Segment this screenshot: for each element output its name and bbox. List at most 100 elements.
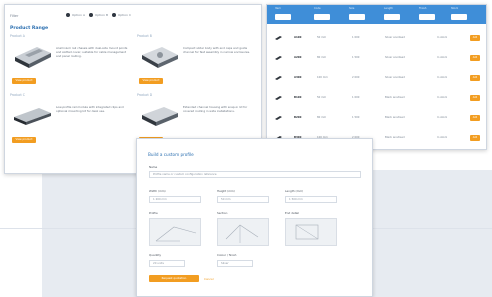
field-label: Length (mm) (285, 189, 304, 193)
column-header: Length (384, 7, 393, 10)
table-row: A200 80 mm 1 500 Silver anodised In stoc… (267, 51, 486, 67)
view-product-button[interactable]: View product (12, 78, 36, 84)
cell-stock: In stock (437, 136, 448, 139)
product-card-title: Product A (10, 34, 25, 38)
cell-length: 1 000 (352, 36, 360, 39)
column-header: Size (349, 7, 355, 10)
product-range-title: Product Range (10, 26, 49, 31)
end-detail-diagram (285, 218, 337, 246)
radio-dot-icon (66, 13, 70, 17)
field-label: Quantity (149, 253, 162, 257)
cell-length: 1 500 (352, 116, 360, 119)
filter-input[interactable] (349, 14, 365, 20)
cell-code: A200 (294, 56, 302, 59)
column-header: Code (314, 7, 321, 10)
cell-finish: Black anodised (385, 96, 405, 99)
product-card-desc: Extended channel housing with snap-in li… (183, 105, 248, 113)
product-card: Product A Aluminium rail chassis with du… (10, 34, 132, 102)
diagram-label: Profile (149, 211, 158, 215)
field-label: Width (mm) (149, 189, 166, 193)
product-card-desc: Aluminium rail chassis with dual-side mo… (56, 46, 128, 58)
cancel-link[interactable]: Cancel (204, 277, 213, 281)
add-button[interactable]: Add (470, 55, 480, 61)
radio-dot-icon (89, 13, 93, 17)
filter-input[interactable] (419, 14, 435, 20)
filter-input[interactable] (275, 14, 291, 20)
add-button[interactable]: Add (470, 75, 480, 81)
radio-label: Option A (72, 13, 86, 17)
filter-input[interactable] (451, 14, 467, 20)
table-row: B100 50 mm 1 000 Black anodised In stock… (267, 91, 486, 107)
cell-size: 100 mm (317, 76, 328, 79)
radio-label: Option B (95, 13, 109, 17)
add-button[interactable]: Add (470, 115, 480, 121)
table-row: B200 80 mm 1 500 Black anodised In stock… (267, 111, 486, 127)
cell-finish: Silver anodised (385, 56, 405, 59)
product-image-icon (14, 108, 51, 125)
product-card-desc: Low-profile rail module with integrated … (56, 105, 124, 113)
height-field[interactable]: 50 mm (217, 196, 269, 203)
product-thumbnail-icon (275, 36, 282, 40)
product-card: Product B Compact slider body with end c… (137, 34, 259, 102)
cell-code: A100 (294, 36, 302, 39)
view-product-button[interactable]: View product (139, 78, 163, 84)
length-field[interactable]: 1 500 mm (285, 196, 337, 203)
product-thumbnail-icon (275, 116, 282, 120)
product-card-title: Product C (10, 93, 25, 97)
radio-option-b[interactable]: Option B (89, 13, 108, 17)
profile-drawing-icon (155, 226, 197, 242)
profile-diagram (149, 218, 201, 246)
name-field[interactable]: Profile name or custom configuration ref… (149, 171, 361, 178)
product-card: Product C Low-profile rail module with i… (10, 93, 132, 161)
diagram-label: Section (217, 211, 228, 215)
product-image-icon (142, 107, 178, 126)
cell-length: 2 000 (352, 76, 360, 79)
cell-size: 80 mm (317, 56, 327, 59)
cell-stock: In stock (437, 96, 448, 99)
product-thumbnail-icon (275, 76, 282, 80)
cell-length: 1 000 (352, 96, 360, 99)
finish-field[interactable]: Silver (217, 260, 253, 267)
table-row: A300 100 mm 2 000 Silver anodised In sto… (267, 71, 486, 87)
cell-finish: Silver anodised (385, 36, 405, 39)
add-button[interactable]: Add (470, 35, 480, 41)
filter-input[interactable] (314, 14, 330, 20)
product-image-icon (15, 47, 51, 68)
product-card-title: Product B (137, 34, 152, 38)
product-table-panel: Item Code Size Length Finish Stock A100 … (266, 4, 487, 150)
end-detail-drawing-icon (295, 224, 319, 240)
column-header: Stock (451, 7, 459, 10)
width-field[interactable]: 1 200 mm (149, 196, 201, 203)
view-product-button[interactable]: View product (12, 137, 36, 143)
name-label: Name (149, 165, 158, 169)
radio-option-a[interactable]: Option A (66, 13, 85, 17)
product-thumbnail-icon (275, 96, 282, 100)
cell-finish: Silver anodised (385, 76, 405, 79)
cell-stock: In stock (437, 76, 448, 79)
cell-code: B200 (294, 116, 302, 119)
table-header: Item Code Size Length Finish Stock (267, 5, 486, 24)
cell-stock: In stock (437, 36, 448, 39)
cell-code: A300 (294, 76, 302, 79)
product-image-icon (142, 47, 178, 68)
cell-length: 1 500 (352, 56, 360, 59)
quantity-field[interactable]: 20 units (149, 260, 185, 267)
add-button[interactable]: Add (470, 95, 480, 101)
cell-finish: Black anodised (385, 116, 405, 119)
product-card-desc: Compact slider body with end caps and gu… (183, 46, 250, 54)
column-header: Item (275, 7, 281, 10)
radio-option-c[interactable]: Option C (112, 13, 131, 17)
cell-stock: In stock (437, 116, 448, 119)
diagram-label: End detail (285, 211, 300, 215)
filter-input[interactable] (384, 14, 400, 20)
field-label: Colour / finish (217, 253, 237, 257)
product-thumbnail-icon (275, 56, 282, 60)
form-title: Build a custom profile (148, 152, 194, 157)
radio-label: Option C (118, 13, 132, 17)
submit-button[interactable]: Request quotation (149, 275, 199, 282)
section-drawing-icon (225, 224, 259, 243)
cell-finish: Black anodised (385, 136, 405, 139)
filter-label: Filter (10, 14, 19, 18)
table-row: A100 50 mm 1 000 Silver anodised In stoc… (267, 31, 486, 47)
add-button[interactable]: Add (470, 135, 480, 141)
